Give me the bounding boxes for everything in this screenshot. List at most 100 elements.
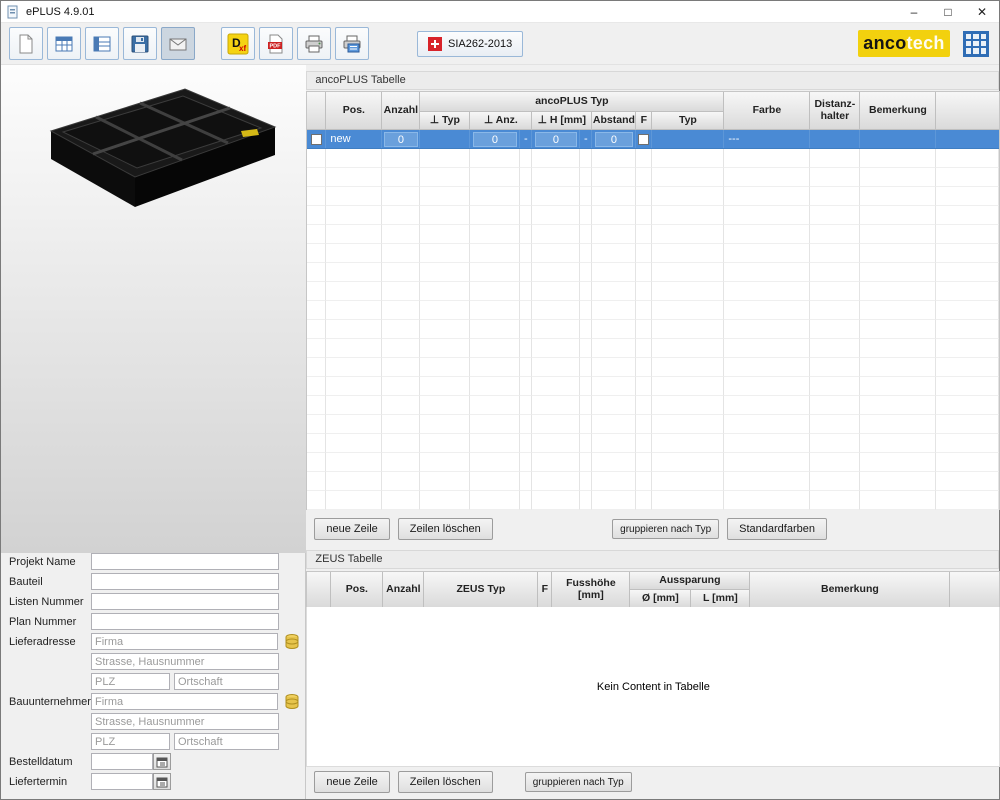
bauunternehmer-strasse-input[interactable] xyxy=(91,713,279,730)
ancoplus-buttons: neue Zeile Zeilen löschen gruppieren nac… xyxy=(314,518,999,540)
row-selector-checkbox[interactable] xyxy=(310,133,322,145)
zeus-header-laenge[interactable]: L [mm] xyxy=(691,590,751,608)
cell-anz-perp[interactable]: 0 xyxy=(470,130,521,148)
ancoplus-row-selected[interactable]: new 0 0 - 0 - 0 --- xyxy=(307,130,1000,149)
header-abstand[interactable]: Abstand xyxy=(592,112,637,130)
bestelldatum-calendar-button[interactable] xyxy=(153,753,171,770)
header-anzahl[interactable]: Anzahl xyxy=(382,92,421,130)
cell-pos[interactable]: new xyxy=(326,130,383,148)
liefertermin-calendar-button[interactable] xyxy=(153,773,171,790)
bauunternehmer-plz-input[interactable] xyxy=(91,733,170,750)
3d-preview-viewport[interactable] xyxy=(1,65,306,553)
ancoplus-group-caption: ancoPLUS Tabelle xyxy=(306,71,999,90)
bestelldatum-input[interactable] xyxy=(91,753,153,770)
save-button[interactable] xyxy=(123,27,157,60)
cell-anzahl[interactable]: 0 xyxy=(382,130,421,148)
header-typ-perp[interactable]: ⊥ Typ xyxy=(420,112,471,130)
header-distanzhalter-line2: halter xyxy=(820,109,850,122)
lieferadresse-plz-input[interactable] xyxy=(91,673,170,690)
bauteil-input[interactable] xyxy=(91,573,279,590)
zeus-group-by-typ-button[interactable]: gruppieren nach Typ xyxy=(524,772,632,792)
zeus-buttons: neue Zeile Zeilen löschen gruppieren nac… xyxy=(314,771,999,793)
header-group-ancoplus-typ[interactable]: ancoPLUS Typ xyxy=(420,92,725,112)
listen-nummer-input[interactable] xyxy=(91,593,279,610)
zeus-header-pos[interactable]: Pos. xyxy=(331,572,384,608)
app-icon xyxy=(6,5,20,19)
table-export-button[interactable] xyxy=(47,27,81,60)
zeus-new-row-button[interactable]: neue Zeile xyxy=(314,771,390,793)
cell-typ[interactable] xyxy=(652,130,725,148)
new-document-button[interactable] xyxy=(9,27,43,60)
minimize-button[interactable]: – xyxy=(897,1,931,23)
ancoplus-new-row-button[interactable]: neue Zeile xyxy=(314,518,390,540)
zeus-header-bemerkung[interactable]: Bemerkung xyxy=(750,572,951,608)
dxf-export-button[interactable]: D xf xyxy=(221,27,255,60)
bauunternehmer-lookup-button[interactable] xyxy=(284,693,302,711)
h-perp-value[interactable]: 0 xyxy=(534,131,578,147)
liefertermin-label: Liefertermin xyxy=(9,775,68,788)
anzahl-value[interactable]: 0 xyxy=(384,131,418,147)
ancoplus-delete-rows-button[interactable]: Zeilen löschen xyxy=(397,518,493,540)
svg-text:PDF: PDF xyxy=(270,43,282,49)
cell-f[interactable] xyxy=(636,130,653,148)
zeus-delete-rows-button[interactable]: Zeilen löschen xyxy=(397,771,493,793)
toolbar: D xf PDF SIA262-2013 anco tech xyxy=(1,23,999,65)
standard-colors-button[interactable]: Standardfarben xyxy=(727,518,827,540)
zeus-header-f[interactable]: F xyxy=(538,572,553,608)
lieferadresse-firma-input[interactable] xyxy=(91,633,278,650)
cell-abstand[interactable]: 0 xyxy=(592,130,637,148)
f-checkbox[interactable] xyxy=(638,133,650,145)
bauunternehmer-ortschaft-input[interactable] xyxy=(174,733,279,750)
pdf-export-button[interactable]: PDF xyxy=(259,27,293,60)
cell-distanzhalter[interactable] xyxy=(810,130,861,148)
lieferadresse-lookup-button[interactable] xyxy=(284,633,302,651)
cell-bemerkung[interactable] xyxy=(860,130,937,148)
header-f[interactable]: F xyxy=(636,112,653,130)
liefertermin-input[interactable] xyxy=(91,773,153,790)
cell-h-perp[interactable]: 0 xyxy=(532,130,581,148)
dxf-icon: D xf xyxy=(227,33,249,54)
sia-norm-label: SIA262-2013 xyxy=(448,37,513,50)
close-button[interactable]: ✕ xyxy=(965,1,999,23)
plan-nummer-input[interactable] xyxy=(91,613,279,630)
zeus-header-fusshoehe[interactable]: Fusshöhe [mm] xyxy=(552,572,631,608)
zeus-header-anzahl[interactable]: Anzahl xyxy=(383,572,425,608)
sia-norm-button[interactable]: SIA262-2013 xyxy=(417,30,524,57)
header-distanzhalter[interactable]: Distanz- halter xyxy=(810,92,861,130)
abstand-value[interactable]: 0 xyxy=(594,131,634,147)
anz-perp-value[interactable]: 0 xyxy=(472,131,517,147)
header-h-perp[interactable]: ⊥ H [mm] xyxy=(532,112,593,130)
bauunternehmer-firma-input[interactable] xyxy=(91,693,278,710)
window-title: ePLUS 4.9.01 xyxy=(26,5,95,18)
zeus-header-aussparung[interactable]: Aussparung xyxy=(630,572,751,590)
zeus-header-durchmesser[interactable]: Ø [mm] xyxy=(630,590,692,608)
projekt-name-input[interactable] xyxy=(91,553,279,570)
print-button[interactable] xyxy=(297,27,331,60)
zeus-header-typ[interactable]: ZEUS Typ xyxy=(424,572,539,608)
maximize-button[interactable]: □ xyxy=(931,1,965,23)
database-icon xyxy=(285,633,299,649)
zeus-header-row-selector xyxy=(307,572,332,608)
ancotech-logo: anco tech xyxy=(858,30,950,57)
projekt-name-label: Projekt Name xyxy=(9,555,76,568)
table-export-icon xyxy=(55,36,73,51)
ancoplus-empty-rows xyxy=(307,149,1000,510)
pdf-icon: PDF xyxy=(268,34,283,53)
calendar-icon xyxy=(156,777,168,787)
header-farbe[interactable]: Farbe xyxy=(724,92,811,130)
ancoplus-group-by-typ-button[interactable]: gruppieren nach Typ xyxy=(612,519,720,539)
apps-grid-icon[interactable] xyxy=(963,30,989,57)
header-bemerkung[interactable]: Bemerkung xyxy=(860,92,937,130)
cell-typ-perp[interactable] xyxy=(420,130,471,148)
header-pos[interactable]: Pos. xyxy=(326,92,383,130)
print-preview-button[interactable] xyxy=(335,27,369,60)
lieferadresse-ortschaft-input[interactable] xyxy=(174,673,279,690)
header-typ[interactable]: Typ xyxy=(652,112,725,130)
table-list-button[interactable] xyxy=(85,27,119,60)
header-anz-perp[interactable]: ⊥ Anz. xyxy=(470,112,533,130)
lieferadresse-strasse-input[interactable] xyxy=(91,653,279,670)
email-button[interactable] xyxy=(161,27,195,60)
cell-farbe[interactable]: --- xyxy=(724,130,811,148)
bestelldatum-label: Bestelldatum xyxy=(9,755,73,768)
header-distanzhalter-line1: Distanz- xyxy=(814,98,856,111)
